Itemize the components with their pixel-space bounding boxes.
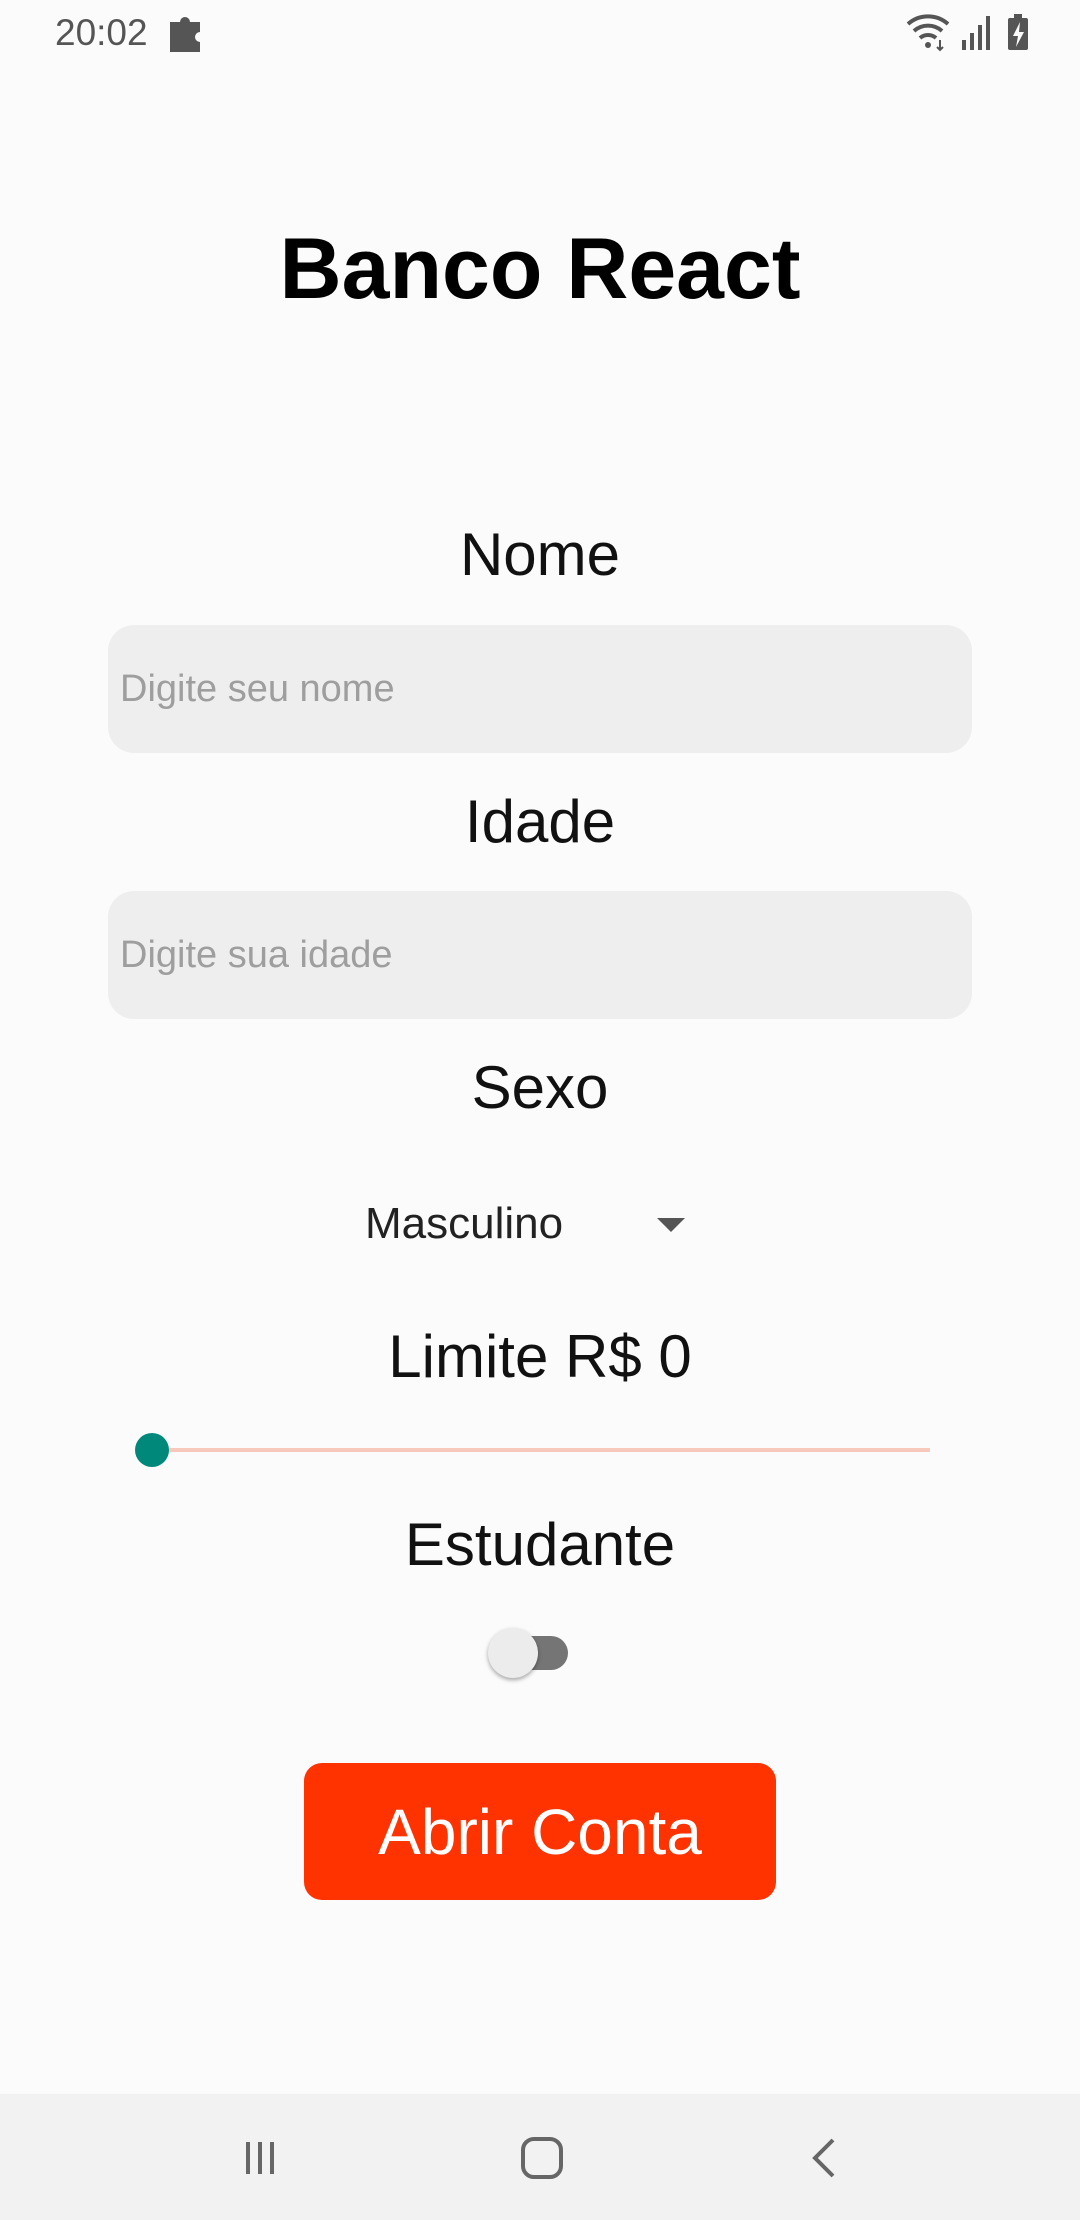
limit-label: Limite R$ 0 bbox=[388, 1323, 692, 1390]
sex-label: Sexo bbox=[471, 1054, 609, 1121]
signal-icon bbox=[962, 16, 990, 50]
navigation-bar bbox=[0, 2094, 1080, 2220]
student-switch[interactable] bbox=[482, 1620, 578, 1680]
puzzle-icon bbox=[170, 17, 200, 52]
age-label: Idade bbox=[464, 788, 616, 855]
age-input[interactable] bbox=[108, 891, 972, 1019]
wifi-icon bbox=[906, 14, 950, 52]
name-label: Nome bbox=[459, 521, 621, 588]
sex-picker-value: Masculino bbox=[365, 1199, 564, 1248]
status-icons bbox=[906, 12, 1030, 52]
back-icon[interactable] bbox=[795, 2128, 855, 2188]
name-input[interactable] bbox=[108, 625, 972, 753]
open-account-button[interactable]: Abrir Conta bbox=[304, 1763, 776, 1900]
slider-track bbox=[150, 1448, 930, 1452]
home-icon[interactable] bbox=[512, 2128, 572, 2188]
sex-picker[interactable]: Masculino bbox=[365, 1188, 695, 1260]
slider-thumb[interactable] bbox=[135, 1433, 169, 1467]
student-label: Estudante bbox=[404, 1511, 676, 1578]
status-time: 20:02 bbox=[55, 12, 148, 53]
status-bar: 20:02 bbox=[0, 0, 1080, 66]
limit-slider[interactable] bbox=[135, 1420, 935, 1480]
battery-charging-icon bbox=[1008, 14, 1028, 50]
page-title: Banco React bbox=[279, 221, 801, 317]
recents-icon[interactable] bbox=[230, 2128, 290, 2188]
screen: 20:02 Banco React Nome Digite seu nome I… bbox=[0, 0, 1080, 2220]
dropdown-arrow-icon bbox=[657, 1218, 685, 1232]
switch-thumb bbox=[488, 1628, 538, 1678]
